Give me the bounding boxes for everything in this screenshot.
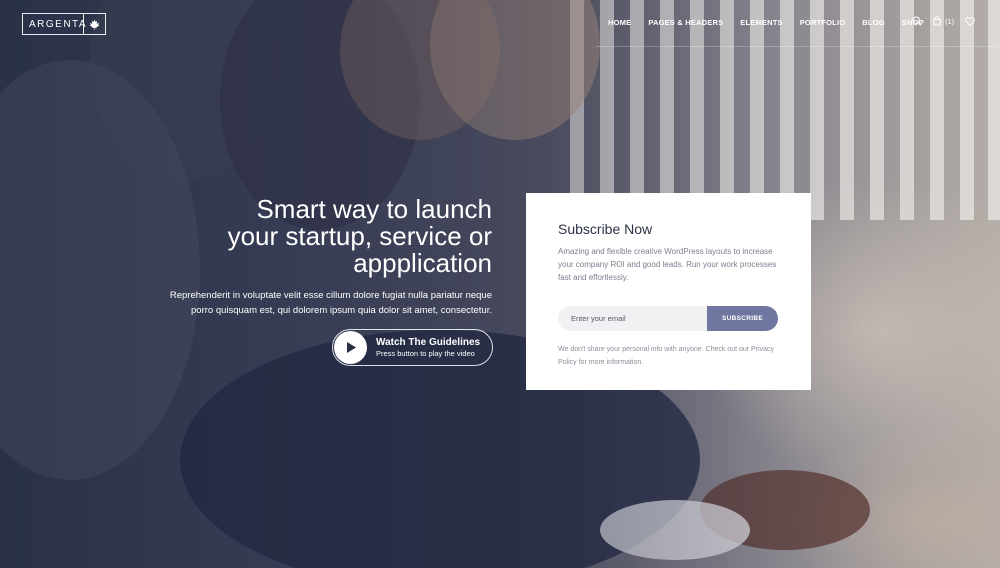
subscribe-card: Subscribe Now Amazing and flexible creat… [526,193,811,390]
email-field[interactable] [558,306,707,331]
subscribe-button[interactable]: SUBSCRIBE [707,306,778,331]
logo[interactable]: ARGENTA [22,13,106,35]
subscribe-form: SUBSCRIBE [558,306,778,331]
cart-count: (1) [945,16,955,26]
hero-title: Smart way to launch your startup, servic… [152,196,492,277]
privacy-note: We don't share your personal info with a… [558,346,774,366]
cart-button[interactable]: (1) [932,16,954,26]
header-divider [596,46,1000,47]
subscribe-description: Amazing and flexible creative WordPress … [558,247,777,282]
heart-icon[interactable] [965,16,975,26]
hero-background [0,0,1000,568]
hero-description: Reprehenderit in voluptate velit esse ci… [169,290,492,316]
hero-title-line: your startup, service or [227,221,492,251]
nav-pages-headers[interactable]: PAGES & HEADERS [648,18,723,27]
hero-title-line: Smart way to launch [256,194,492,224]
play-icon [334,331,367,364]
nav-elements[interactable]: ELEMENTS [740,18,782,27]
nav-home[interactable]: HOME [608,18,631,27]
watch-button-subtitle: Press button to play the video [376,348,475,358]
search-icon[interactable] [912,16,922,26]
watch-guidelines-button[interactable]: Watch The Guidelines Press button to pla… [332,329,493,366]
hero-title-line: appplication [353,248,492,278]
watch-button-title: Watch The Guidelines [376,336,481,348]
main-nav: HOME PAGES & HEADERS ELEMENTS PORTFOLIO … [608,18,941,27]
header-icons: (1) [912,16,975,26]
nav-portfolio[interactable]: PORTFOLIO [800,18,846,27]
subscribe-title: Subscribe Now [558,221,653,237]
nav-blog[interactable]: BLOG [862,18,884,27]
maple-leaf-icon [83,14,105,34]
logo-text: ARGENTA [29,18,88,30]
cart-icon [932,16,942,26]
